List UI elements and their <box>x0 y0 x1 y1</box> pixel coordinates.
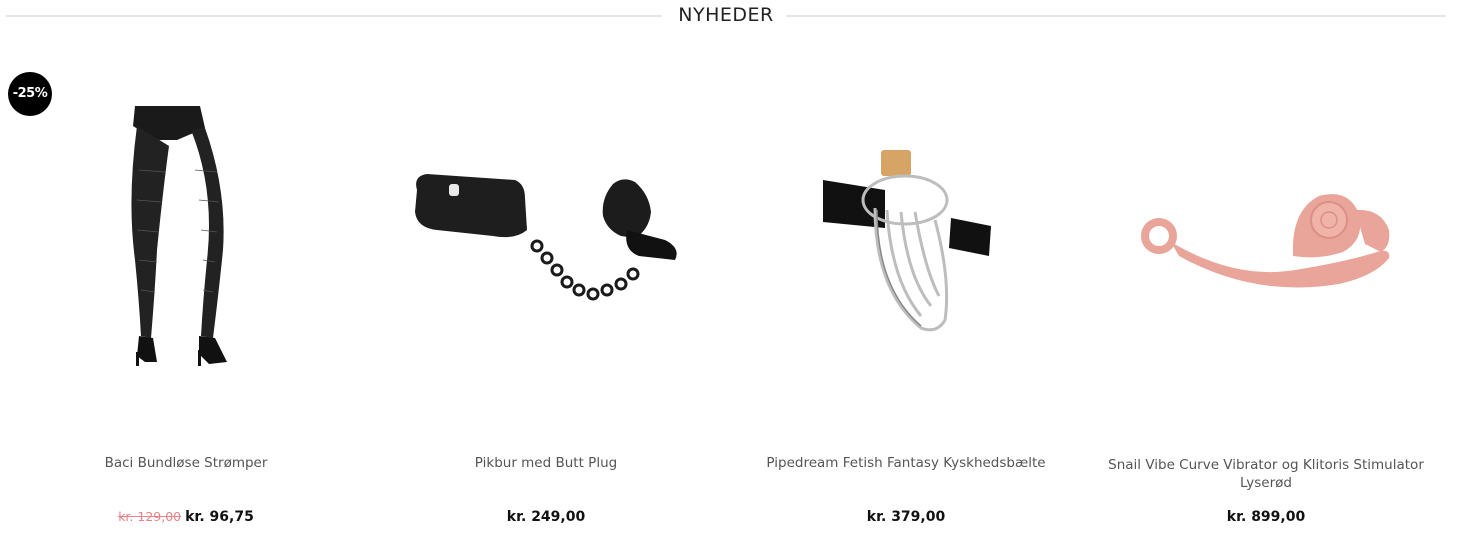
product-name[interactable]: Pipedream Fetish Fantasy Kyskhedsbælte <box>735 454 1077 472</box>
product-name[interactable]: Snail Vibe Curve Vibrator og Klitoris St… <box>1095 456 1437 492</box>
section-heading: NYHEDER <box>6 0 1446 32</box>
section-title: NYHEDER <box>678 4 774 26</box>
product-image[interactable] <box>5 80 367 420</box>
product-name[interactable]: Pikbur med Butt Plug <box>375 454 717 472</box>
product-card[interactable]: Pipedream Fetish Fantasy Kyskhedsbælte k… <box>725 60 1087 537</box>
price-row: kr. 899,00 <box>1085 509 1447 525</box>
product-card[interactable]: Pikbur med Butt Plug kr. 249,00 <box>365 60 727 537</box>
price-row: kr. 129,00 kr. 96,75 <box>5 509 367 525</box>
current-price: kr. 249,00 <box>506 509 586 525</box>
current-price: kr. 379,00 <box>866 509 946 525</box>
product-name[interactable]: Baci Bundløse Strømper <box>15 454 357 472</box>
product-image[interactable] <box>725 80 1087 420</box>
current-price: kr. 899,00 <box>1226 509 1306 525</box>
current-price: kr. 96,75 <box>185 509 254 525</box>
heading-divider-left <box>6 15 662 17</box>
product-card[interactable]: Baci Bundløse Strømper kr. 129,00 kr. 96,… <box>5 60 367 537</box>
product-image[interactable] <box>365 80 727 420</box>
product-card[interactable]: Snail Vibe Curve Vibrator og Klitoris St… <box>1085 60 1447 537</box>
old-price: kr. 129,00 <box>118 509 182 524</box>
product-image[interactable] <box>1085 80 1447 420</box>
heading-divider-right <box>786 15 1446 17</box>
price-row: kr. 249,00 <box>365 509 727 525</box>
price-row: kr. 379,00 <box>725 509 1087 525</box>
